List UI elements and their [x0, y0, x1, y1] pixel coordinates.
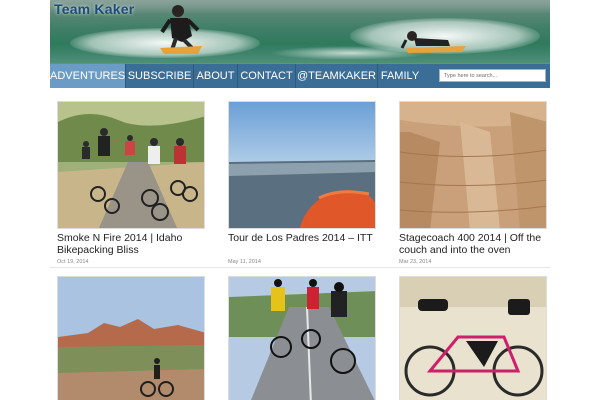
post-thumbnail[interactable]: [228, 101, 376, 229]
header-banner: Team Kaker: [50, 0, 550, 63]
post-thumbnail[interactable]: [399, 101, 547, 229]
nav-item-subscribe[interactable]: SUBSCRIBE: [126, 64, 194, 88]
surfer-figure-right: [400, 31, 466, 53]
nav-item-teamkaker[interactable]: @TEAMKAKER: [296, 64, 378, 88]
nav-item-about[interactable]: ABOUT: [194, 64, 238, 88]
main-nav: ADVENTURES SUBSCRIBE ABOUT CONTACT @TEAM…: [50, 63, 550, 88]
page: Team Kaker ADVENTURES SUBSCRIBE ABOUT CO…: [50, 0, 550, 400]
nav-item-adventures[interactable]: ADVENTURES: [50, 64, 126, 88]
post-title[interactable]: Stagecoach 400 2014 | Off the couch and …: [399, 232, 550, 256]
post-date: Mar 23, 2014: [399, 259, 432, 265]
site-title[interactable]: Team Kaker: [54, 1, 134, 17]
post-thumbnail[interactable]: [399, 276, 547, 400]
post-title[interactable]: Tour de Los Padres 2014 – ITT: [228, 232, 388, 244]
post-thumbnail[interactable]: [57, 101, 205, 229]
post-date: Oct 19, 2014: [57, 259, 89, 265]
post-title[interactable]: Smoke N Fire 2014 | Idaho Bikepacking Bl…: [57, 232, 217, 256]
nav-item-family[interactable]: FAMILY: [378, 64, 422, 88]
surfer-figure-left: [160, 5, 202, 54]
nav-item-contact[interactable]: CONTACT: [238, 64, 296, 88]
post-thumbnail[interactable]: [228, 276, 376, 400]
post-thumbnail[interactable]: [57, 276, 205, 400]
post-date: May 11, 2014: [228, 259, 261, 265]
search-input[interactable]: [439, 69, 546, 82]
row-divider: [50, 267, 550, 268]
